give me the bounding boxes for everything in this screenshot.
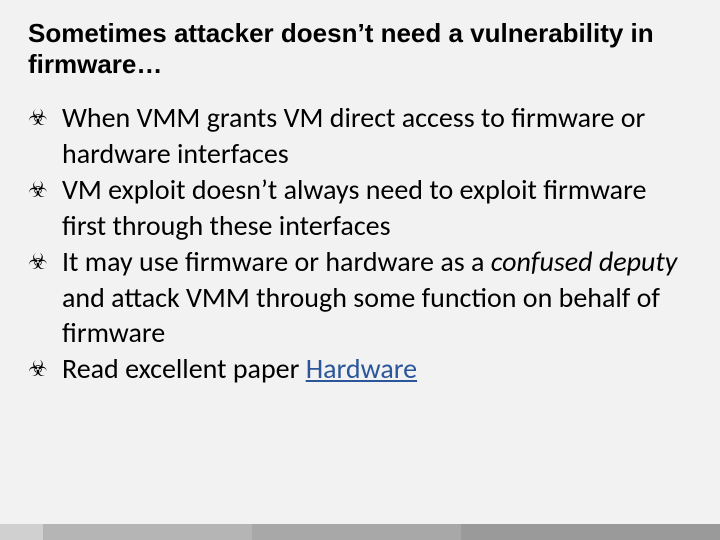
bullet-text-italic: confused deputy bbox=[491, 244, 678, 279]
biohazard-icon: ☣ bbox=[28, 106, 52, 130]
bullet-item: ☣ When VMM grants VM direct access to fi… bbox=[28, 100, 692, 172]
paper-link[interactable]: Hardware bbox=[306, 351, 417, 386]
slide-title: Sometimes attacker doesn’t need a vulner… bbox=[28, 18, 692, 80]
bullet-item: ☣ It may use firmware or hardware as a c… bbox=[28, 244, 692, 351]
bullet-item: ☣ VM exploit doesn’t always need to expl… bbox=[28, 172, 692, 244]
biohazard-icon: ☣ bbox=[28, 178, 52, 202]
footer-bar bbox=[0, 524, 720, 540]
bullet-text-pre: Read excellent paper bbox=[62, 351, 306, 386]
slide: Sometimes attacker doesn’t need a vulner… bbox=[0, 0, 720, 540]
bullet-text-pre: It may use firmware or hardware as a bbox=[62, 244, 491, 279]
biohazard-icon: ☣ bbox=[28, 357, 52, 381]
bullet-text-post: and attack VMM through some function on … bbox=[62, 280, 660, 351]
bullet-list: ☣ When VMM grants VM direct access to fi… bbox=[28, 100, 692, 387]
biohazard-icon: ☣ bbox=[28, 250, 52, 274]
bullet-item: ☣ Read excellent paper Hardware bbox=[28, 351, 692, 387]
bullet-text: VM exploit doesn’t always need to exploi… bbox=[62, 172, 646, 243]
bullet-text: When VMM grants VM direct access to firm… bbox=[62, 100, 645, 171]
